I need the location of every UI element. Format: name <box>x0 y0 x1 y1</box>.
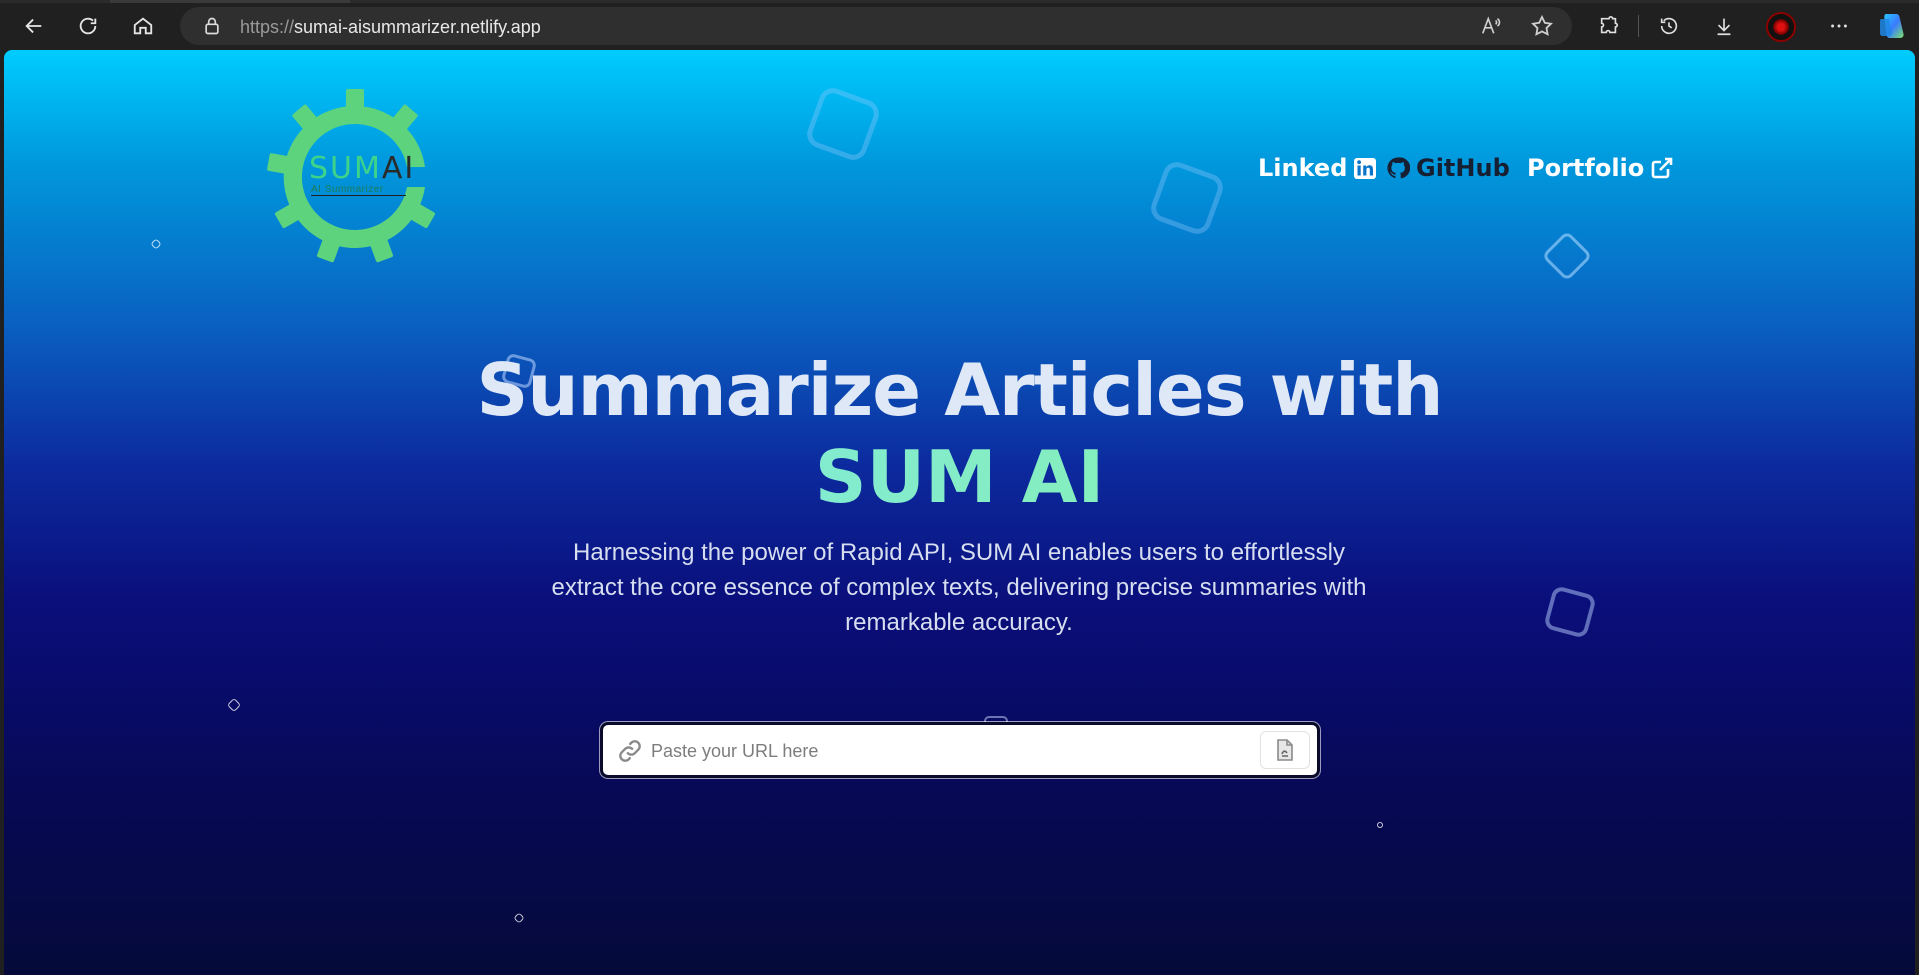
tab-strip <box>0 0 1919 3</box>
portfolio-label: Portfolio <box>1527 154 1645 182</box>
nav-github[interactable]: GitHub <box>1386 154 1510 182</box>
url-input[interactable] <box>651 735 1231 767</box>
decorative-square <box>1543 585 1597 639</box>
address-url[interactable]: https://sumai-aisummarizer.netlify.app <box>240 17 541 38</box>
home-icon[interactable] <box>125 8 161 44</box>
back-icon[interactable] <box>16 8 52 44</box>
url-protocol: https:// <box>240 17 295 37</box>
read-aloud-icon[interactable] <box>1480 15 1502 37</box>
logo-subtitle: AI Summarizer <box>311 184 406 196</box>
decorative-dot <box>513 912 525 924</box>
github-label: GitHub <box>1416 154 1510 182</box>
hero-title: Summarize Articles with <box>476 348 1443 432</box>
nav-portfolio[interactable]: Portfolio <box>1527 154 1674 182</box>
decorative-dot <box>150 238 162 250</box>
link-icon <box>619 740 641 762</box>
page-viewport: SUMAI AI Summarizer Linked GitHub Portfo… <box>4 50 1915 975</box>
history-icon[interactable] <box>1651 8 1687 44</box>
decorative-dot <box>226 697 242 713</box>
favorite-star-icon[interactable] <box>1530 14 1554 38</box>
url-host: sumai-aisummarizer.netlify.app <box>294 17 541 37</box>
submit-button[interactable] <box>1260 731 1310 769</box>
toolbar-divider <box>1638 15 1639 37</box>
url-form <box>600 722 1320 778</box>
refresh-icon[interactable] <box>70 8 106 44</box>
github-link[interactable]: GitHub <box>1386 154 1510 182</box>
github-icon <box>1387 157 1410 179</box>
decorative-dot <box>1375 820 1385 830</box>
extensions-icon[interactable] <box>1591 8 1627 44</box>
external-link-icon <box>1651 157 1673 179</box>
lock-icon[interactable] <box>202 16 222 36</box>
linkedin-icon <box>1354 158 1377 179</box>
linkedin-label: Linked <box>1258 154 1348 182</box>
linkedin-link[interactable]: Linked <box>1258 154 1377 182</box>
active-tab-indicator[interactable] <box>110 0 350 3</box>
downloads-icon[interactable] <box>1706 8 1742 44</box>
hero-title-accent: SUM AI <box>4 437 1915 517</box>
more-menu-icon[interactable] <box>1821 8 1857 44</box>
browser-toolbar: https://sumai-aisummarizer.netlify.app <box>0 0 1919 50</box>
copilot-icon[interactable] <box>1877 11 1907 41</box>
decorative-square <box>803 84 883 164</box>
decorative-square <box>1147 158 1227 238</box>
address-bar[interactable]: https://sumai-aisummarizer.netlify.app <box>180 7 1572 45</box>
logo-wordmark[interactable]: SUMAI <box>309 151 415 186</box>
profile-avatar[interactable] <box>1766 12 1796 42</box>
logo-sum-text: SUM <box>309 151 382 186</box>
nav-linkedin[interactable]: Linked <box>1258 154 1377 182</box>
document-icon <box>1277 739 1293 761</box>
hero-description: Harnessing the power of Rapid API, SUM A… <box>551 539 1367 636</box>
logo-ai-text: AI <box>381 151 416 186</box>
portfolio-link[interactable]: Portfolio <box>1527 154 1674 182</box>
decorative-square <box>1541 230 1593 282</box>
